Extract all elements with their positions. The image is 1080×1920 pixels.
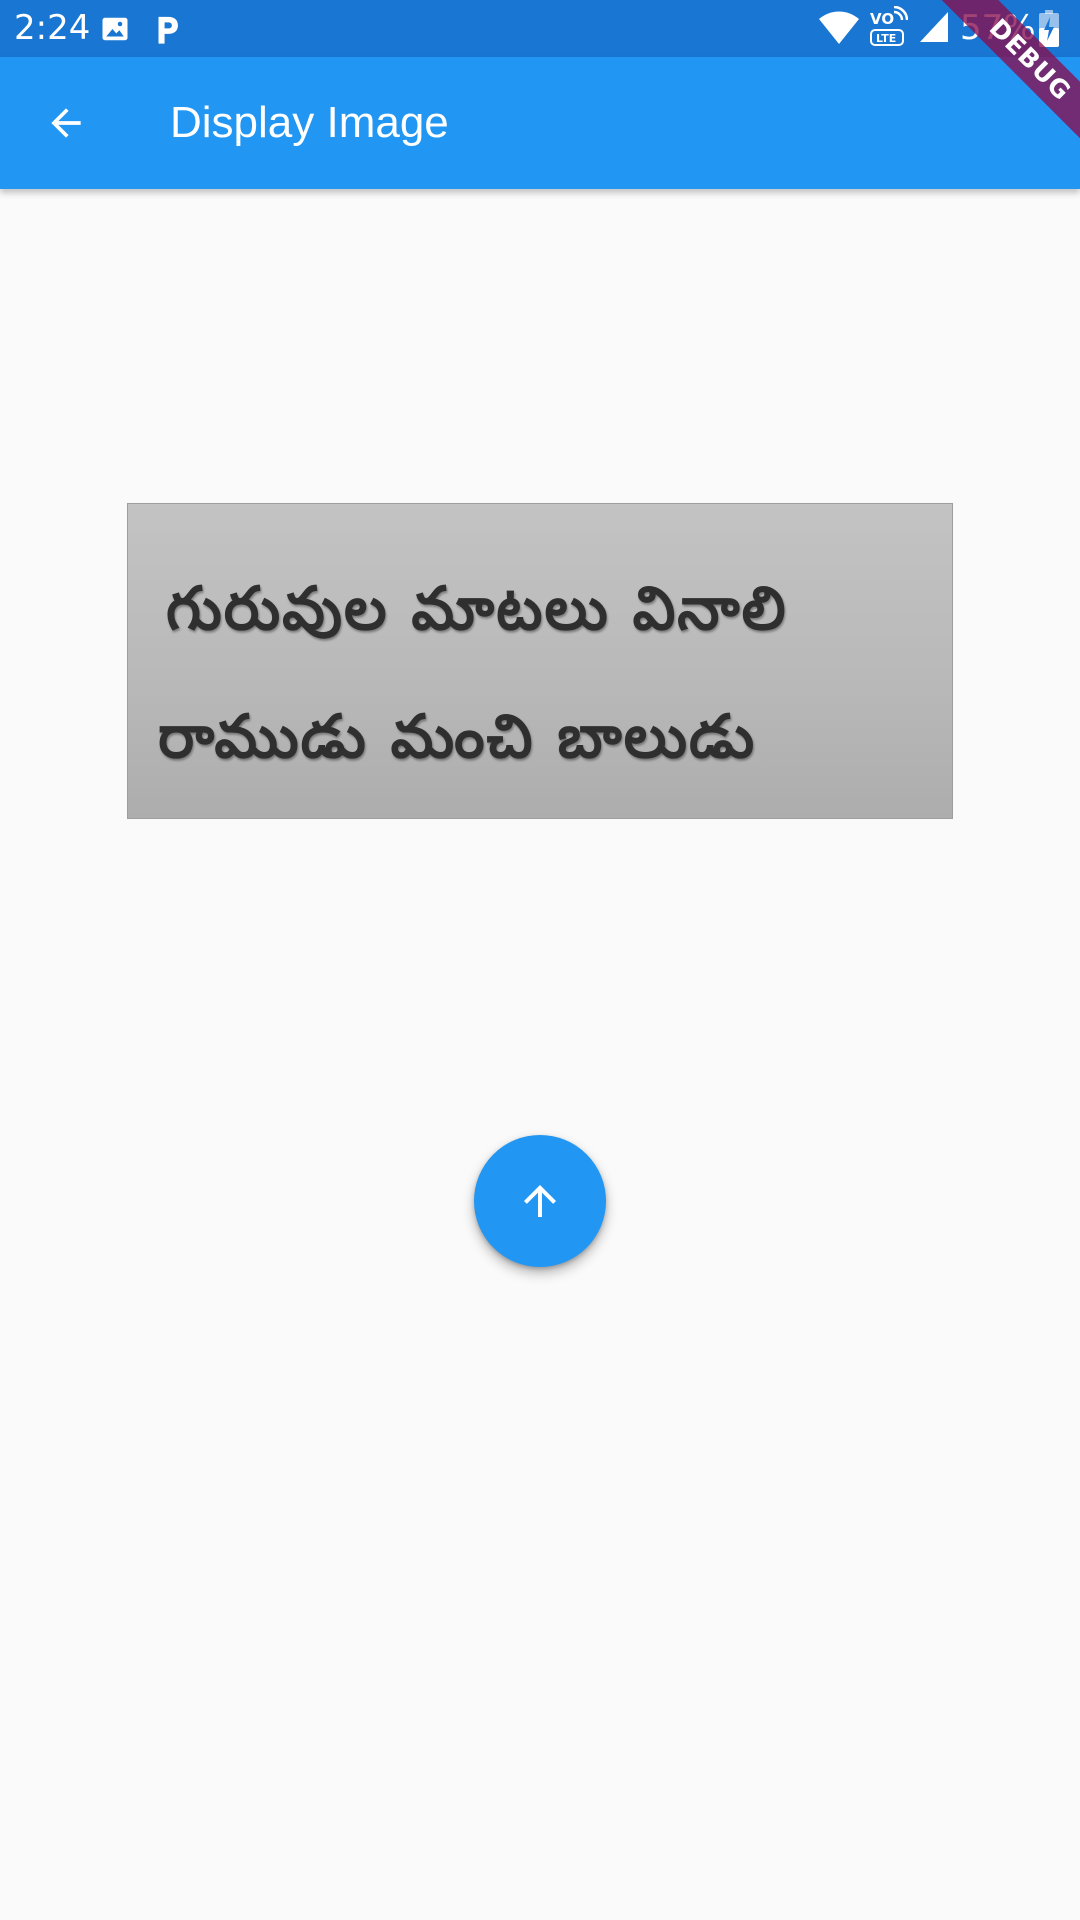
arrow-upward-icon xyxy=(524,1185,556,1217)
status-time: 2:24 xyxy=(14,8,91,48)
upload-fab-button[interactable] xyxy=(474,1135,606,1267)
app-screen: 2:24 VO LTE 57% xyxy=(0,0,1080,1920)
image-icon xyxy=(102,17,128,41)
p-app-icon xyxy=(158,16,178,44)
status-bar: 2:24 VO LTE 57% xyxy=(0,0,1080,57)
svg-text:LTE: LTE xyxy=(876,32,896,45)
app-bar: Display Image xyxy=(0,57,1080,189)
volte-lte-icon: VO LTE xyxy=(870,6,908,46)
image-text-line-2: రాముడు మంచి బాలుడు xyxy=(158,702,757,772)
image-text-line-1: గురువుల మాటలు వినాలి xyxy=(166,574,788,644)
arrow-back-icon xyxy=(51,108,81,138)
displayed-image: గురువుల మాటలు వినాలి రాముడు మంచి బాలుడు xyxy=(127,503,953,819)
svg-text:VO: VO xyxy=(870,10,894,28)
page-title: Display Image xyxy=(170,98,449,147)
signal-icon xyxy=(920,12,948,42)
back-button[interactable] xyxy=(26,83,106,163)
wifi-icon xyxy=(819,11,859,44)
